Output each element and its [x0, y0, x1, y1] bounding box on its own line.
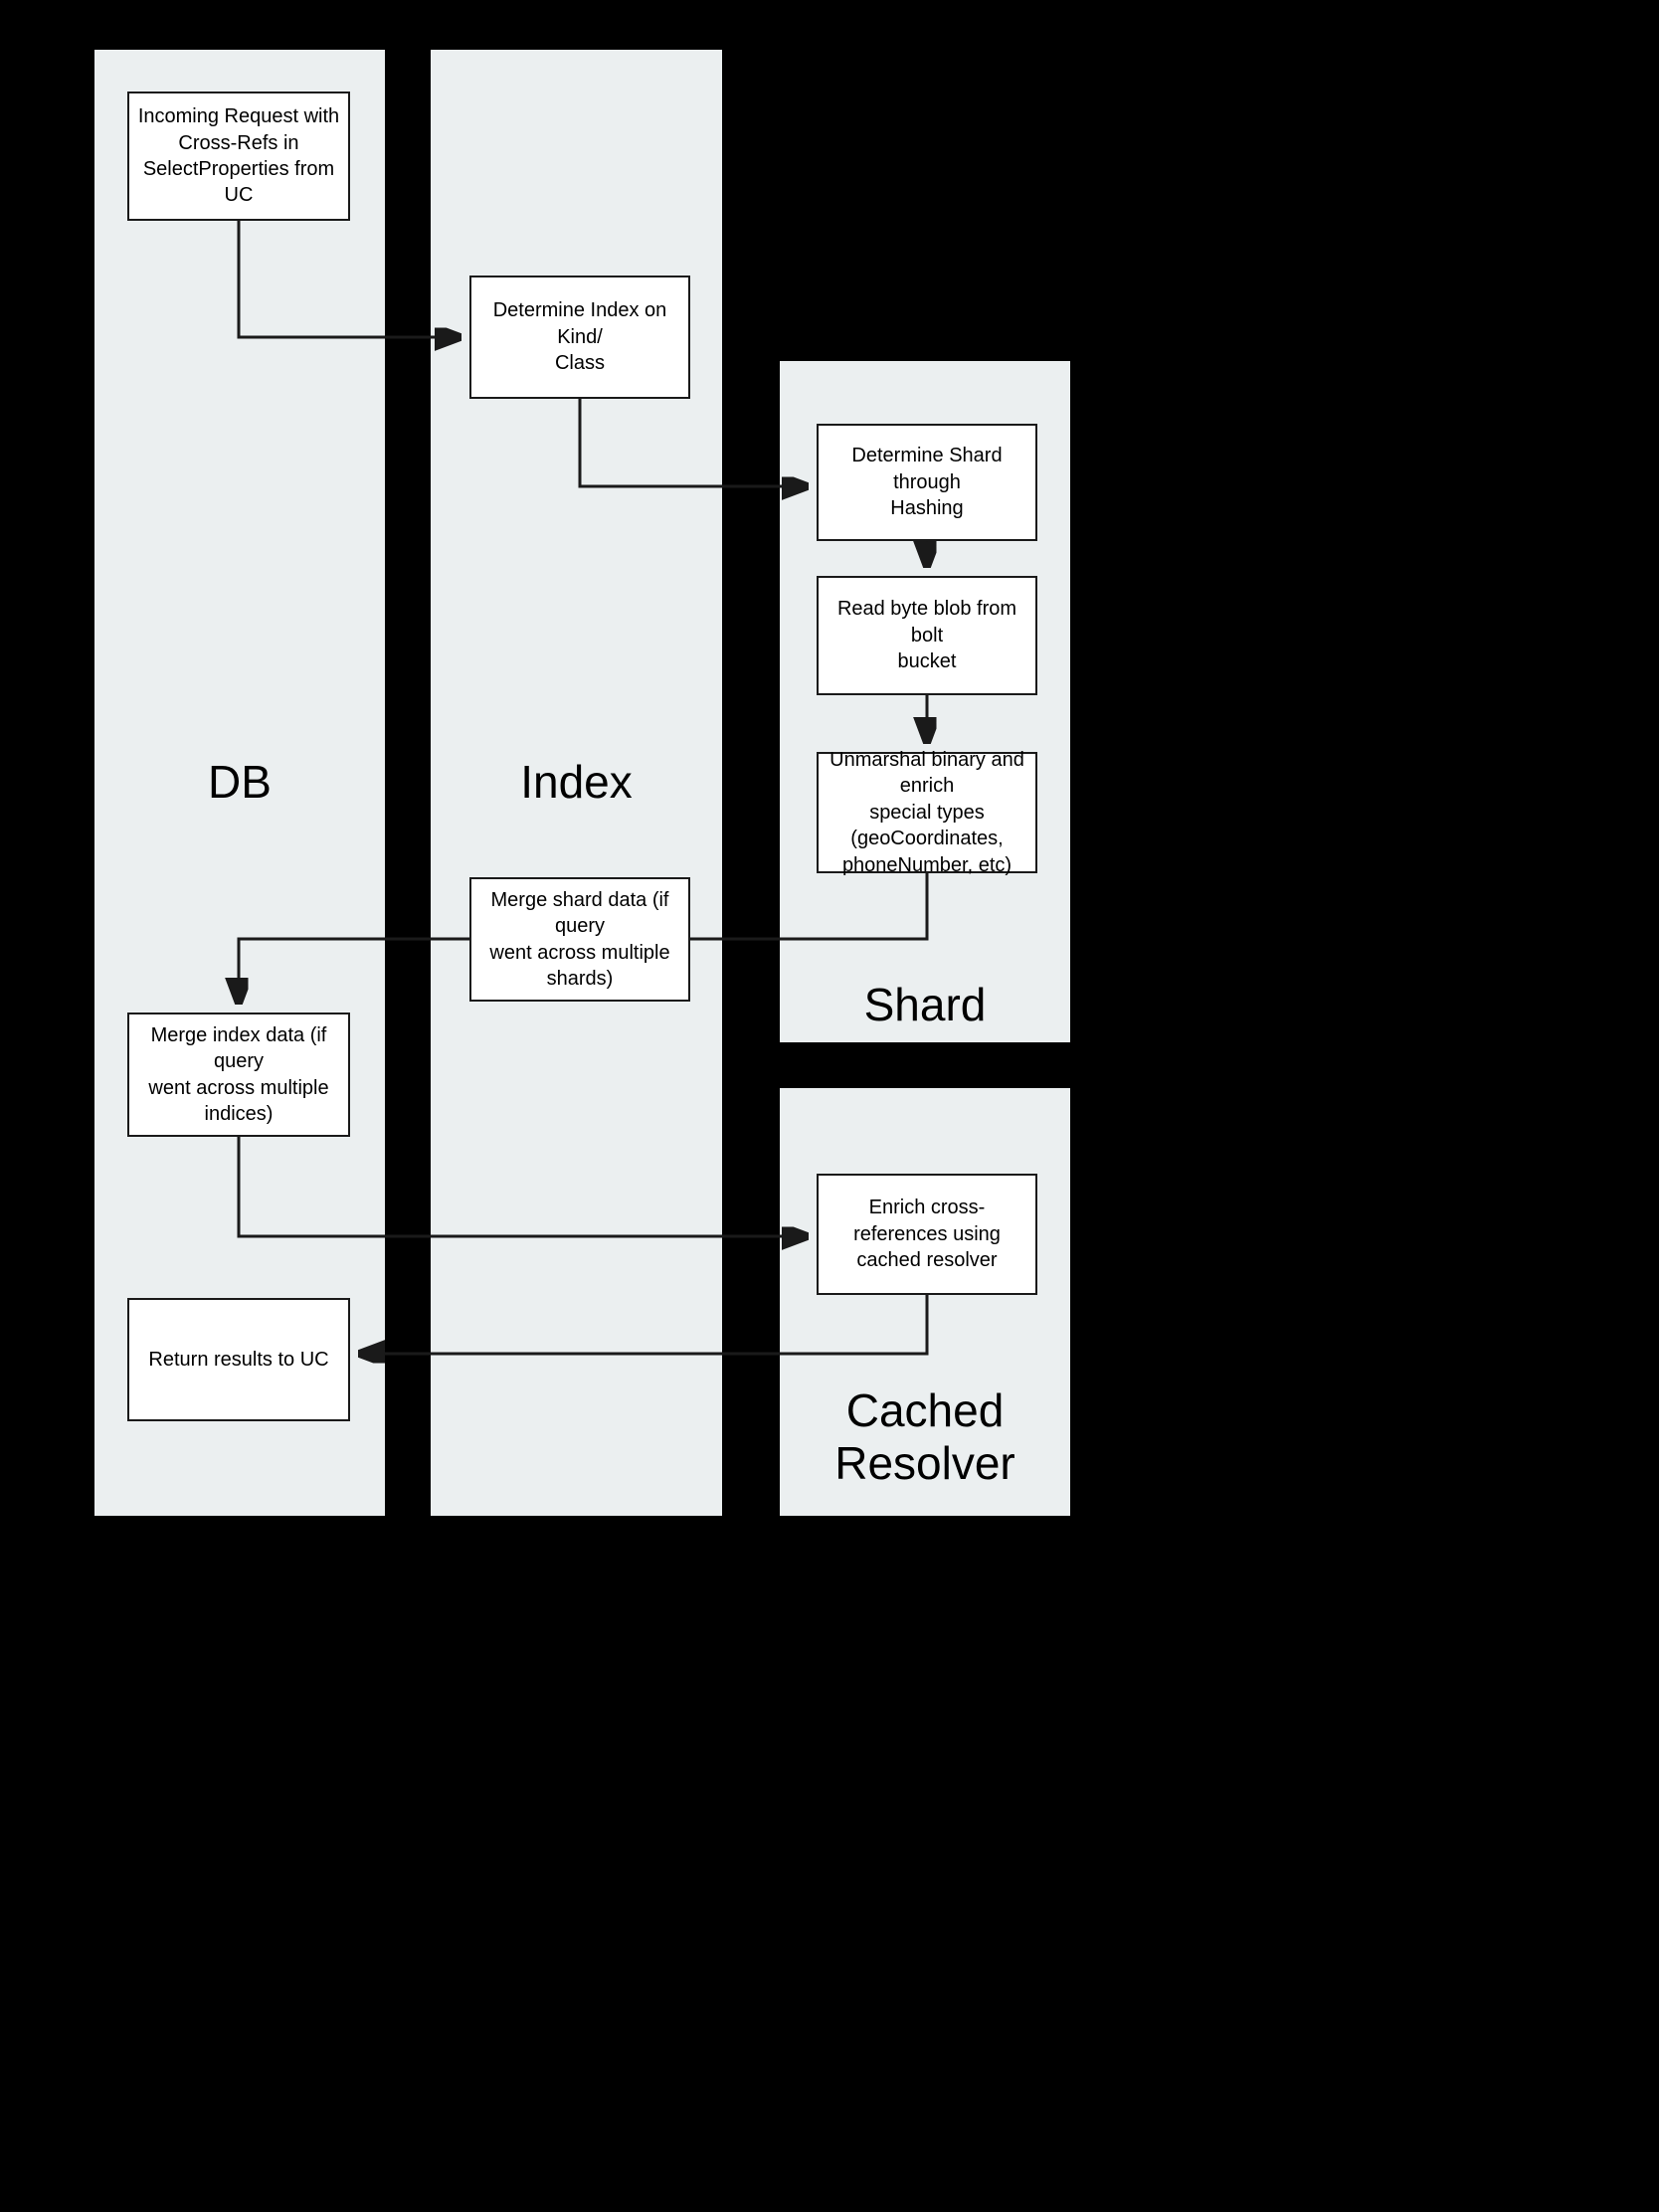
swimlane-title-index: Index	[520, 756, 633, 808]
node-merge-shard-data[interactable]: Merge shard data (if query went across m…	[469, 877, 690, 1002]
swimlane-title-db: DB	[208, 756, 272, 808]
diagram-canvas: DB Index Shard Cached Resolver Incoming …	[0, 0, 1659, 2212]
node-determine-shard[interactable]: Determine Shard through Hashing	[817, 424, 1037, 541]
node-enrich-cross-references[interactable]: Enrich cross-references using cached res…	[817, 1174, 1037, 1295]
node-return-results[interactable]: Return results to UC	[127, 1298, 350, 1421]
node-read-byte-blob[interactable]: Read byte blob from bolt bucket	[817, 576, 1037, 695]
node-incoming-request[interactable]: Incoming Request with Cross-Refs in Sele…	[127, 92, 350, 221]
node-unmarshal-binary[interactable]: Unmarshal binary and enrich special type…	[817, 749, 1037, 876]
swimlane-title-shard: Shard	[863, 979, 987, 1030]
node-determine-index[interactable]: Determine Index on Kind/ Class	[469, 276, 690, 399]
node-merge-index-data[interactable]: Merge index data (if query went across m…	[127, 1013, 350, 1137]
swimlane-title-cached-resolver: Cached Resolver	[834, 1384, 1015, 1489]
